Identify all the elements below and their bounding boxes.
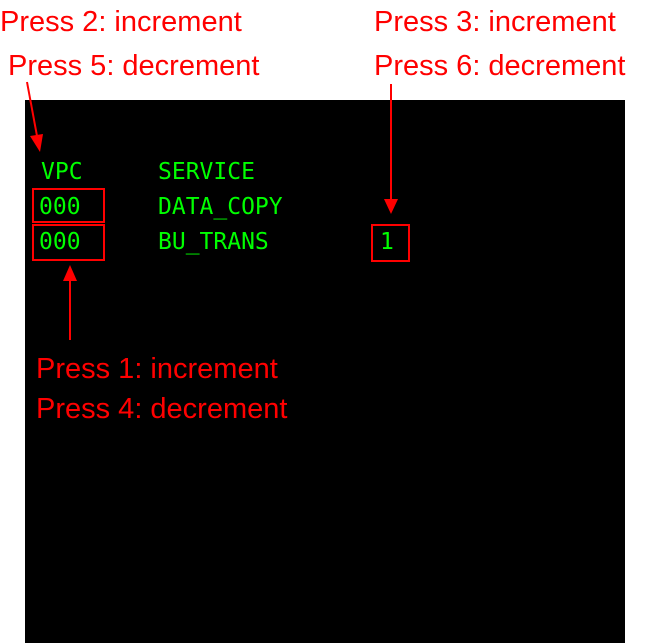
arrowhead-vpc-row2 bbox=[63, 265, 77, 281]
annotation-arrows bbox=[26, 81, 398, 340]
arrowhead-vpc-header bbox=[30, 134, 43, 152]
arrow-to-vpc-header bbox=[26, 81, 38, 137]
arrowhead-bu-trans-value bbox=[384, 199, 398, 214]
